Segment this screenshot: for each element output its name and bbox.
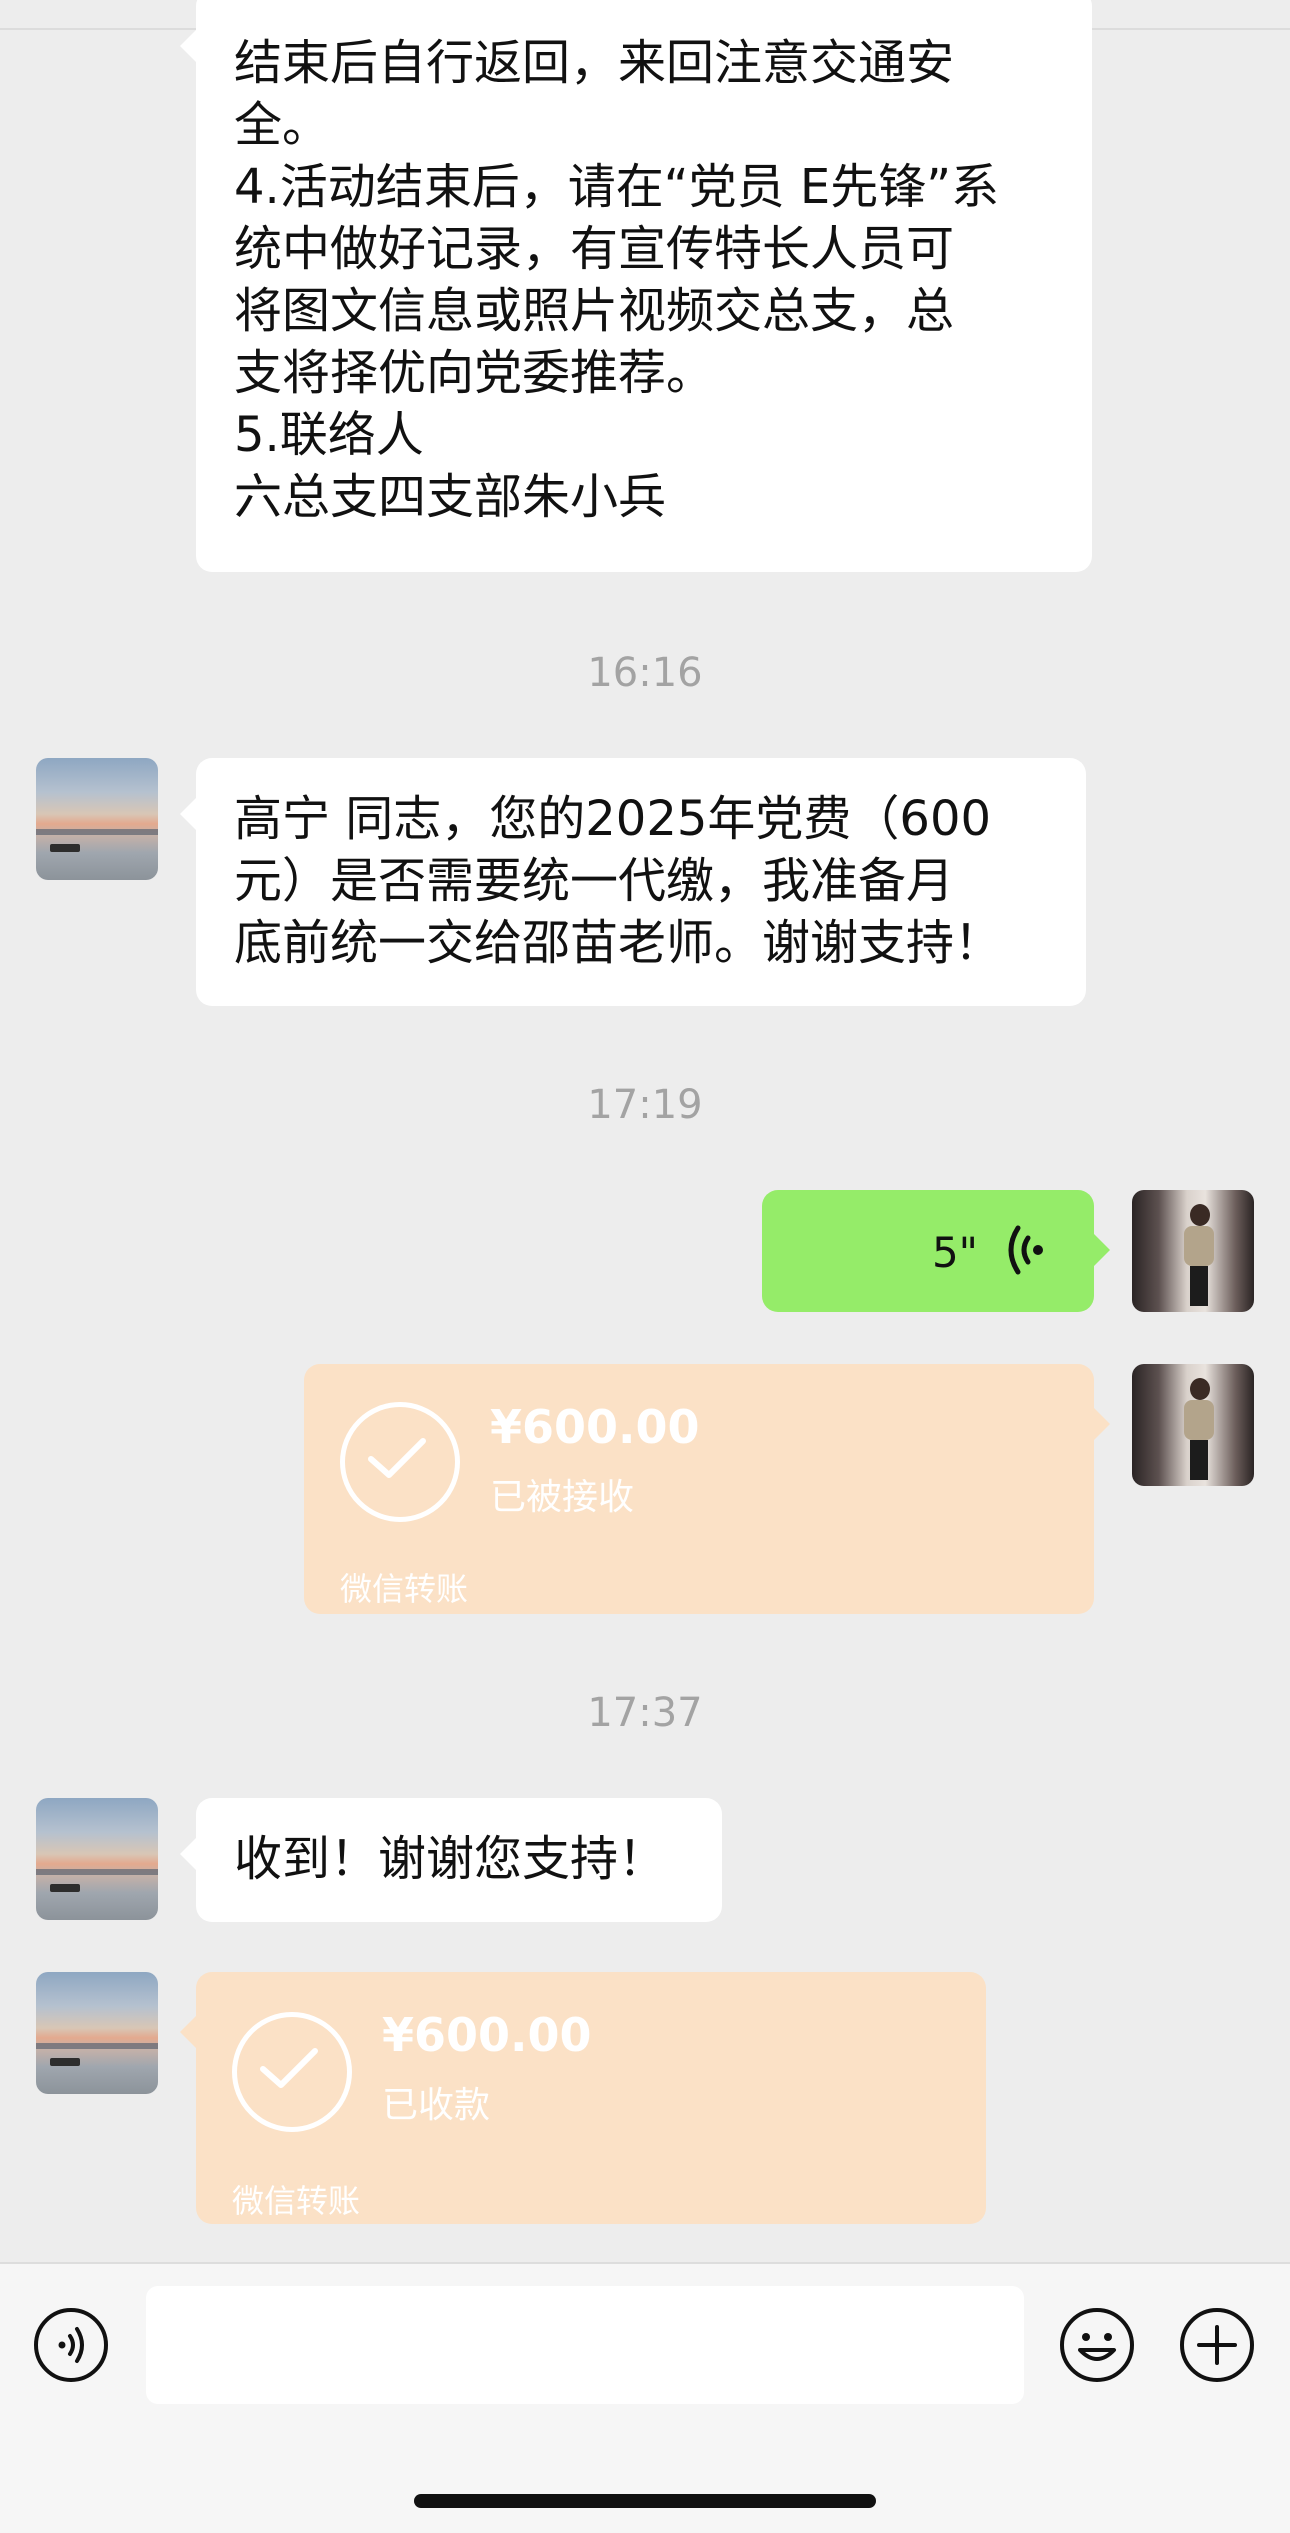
message-input[interactable]	[146, 2286, 1024, 2404]
check-circle-icon	[340, 1402, 460, 1522]
voice-toggle-icon[interactable]	[32, 2306, 110, 2384]
transfer-card[interactable]: ¥600.00 已收款 微信转账	[180, 1972, 986, 2224]
message-text: 结束后自行返回，来回注意交通安 全。 4.活动结束后，请在“党员 E先锋”系 统…	[234, 35, 1000, 525]
transfer-amount: ¥600.00	[490, 1400, 700, 1454]
transfer-brand: 微信转账	[232, 2182, 361, 2220]
timestamp: 17:19	[587, 1082, 703, 1128]
plus-icon[interactable]	[1178, 2306, 1256, 2384]
self-avatar[interactable]	[1132, 1190, 1254, 1312]
transfer-amount: ¥600.00	[382, 2008, 592, 2062]
emoji-icon[interactable]	[1058, 2306, 1136, 2384]
contact-avatar[interactable]	[36, 758, 158, 880]
voice-wave-icon	[1008, 1225, 1043, 1275]
voice-duration: 5"	[931, 1228, 978, 1277]
transfer-brand: 微信转账	[340, 1570, 469, 1608]
timestamp: 17:37	[587, 1690, 703, 1736]
home-indicator	[414, 2494, 876, 2508]
transfer-status: 已被接收	[490, 1477, 635, 1518]
contact-avatar[interactable]	[36, 1972, 158, 2094]
message-text: 收到！谢谢您支持！	[234, 1831, 667, 1887]
message-bubble-incoming[interactable]: 收到！谢谢您支持！	[180, 1798, 722, 1922]
message-bubble-incoming[interactable]: 结束后自行返回，来回注意交通安 全。 4.活动结束后，请在“党员 E先锋”系 统…	[180, 0, 1092, 572]
message-bubble-incoming[interactable]: 高宁 同志，您的2025年党费（600 元）是否需要统一代缴，我准备月 底前统一…	[180, 758, 1086, 1006]
chat-input-bar	[0, 2262, 1290, 2533]
contact-avatar[interactable]	[36, 1798, 158, 1920]
timestamp: 16:16	[587, 650, 703, 696]
check-circle-icon	[232, 2012, 352, 2132]
voice-message[interactable]: 5"	[762, 1190, 1110, 1312]
message-text: 高宁 同志，您的2025年党费（600 元）是否需要统一代缴，我准备月 底前统一…	[234, 791, 1003, 971]
transfer-status: 已收款	[382, 2085, 491, 2126]
self-avatar[interactable]	[1132, 1364, 1254, 1486]
transfer-card[interactable]: ¥600.00 已被接收 微信转账	[304, 1364, 1110, 1614]
